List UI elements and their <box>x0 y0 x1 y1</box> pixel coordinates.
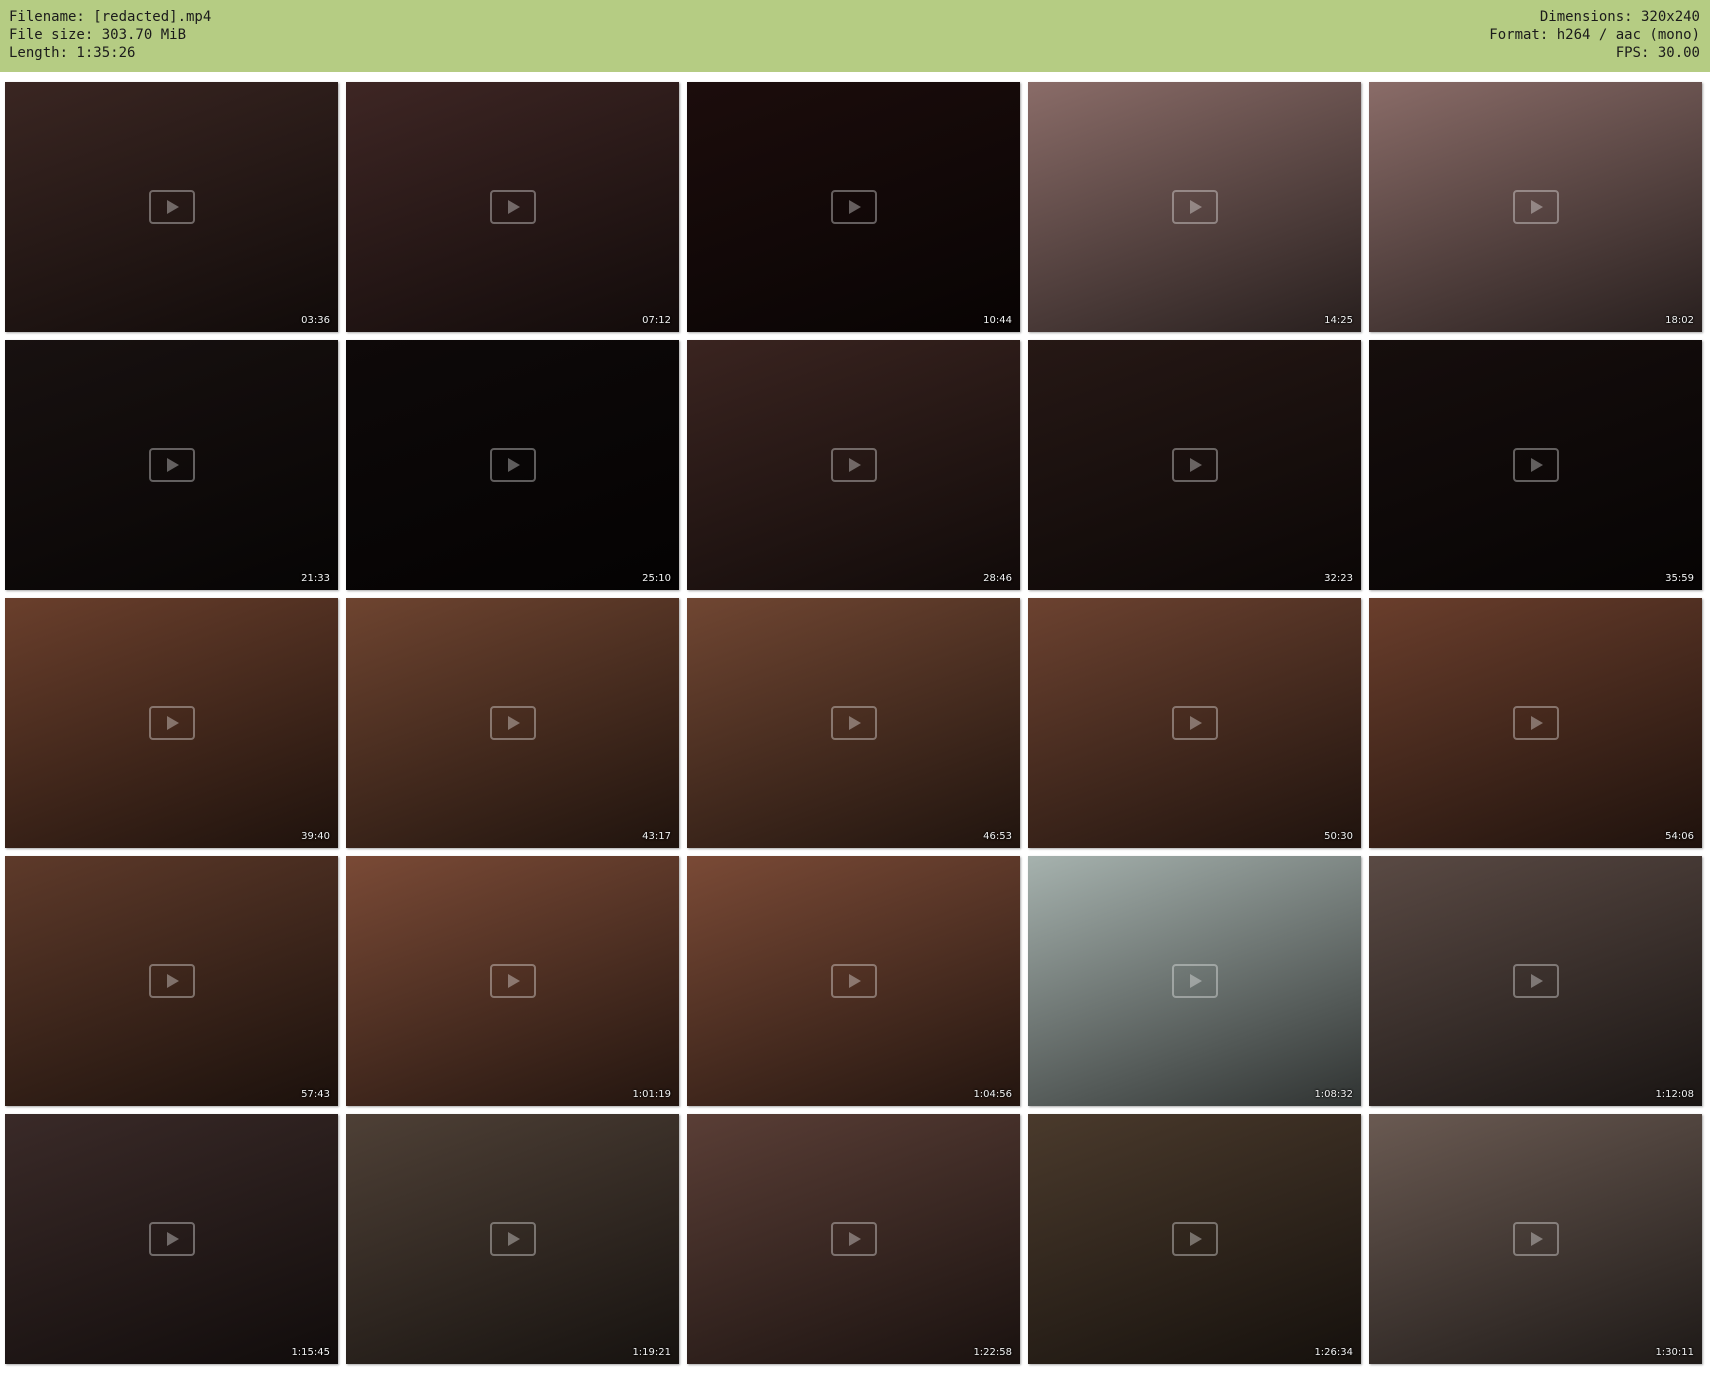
format-text: Format: h264 / aac (mono) <box>1489 27 1700 43</box>
fps-text: FPS: 30.00 <box>1615 45 1700 61</box>
thumbnail-tile[interactable]: 1:15:45 <box>5 1114 338 1364</box>
thumbnail-timestamp: 1:01:19 <box>632 1089 671 1100</box>
thumbnail-tile[interactable]: 35:59 <box>1369 340 1702 590</box>
video-frame-placeholder-icon <box>1369 82 1702 332</box>
thumbnail-tile[interactable]: 1:04:56 <box>687 856 1020 1106</box>
thumbnail-tile[interactable]: 07:12 <box>346 82 679 332</box>
thumbnail-timestamp: 57:43 <box>301 1089 330 1100</box>
video-frame-placeholder-icon <box>346 598 679 848</box>
video-frame-placeholder-icon <box>1028 1114 1361 1364</box>
thumbnail-tile[interactable]: 43:17 <box>346 598 679 848</box>
video-frame-placeholder-icon <box>1028 856 1361 1106</box>
thumbnail-timestamp: 1:30:11 <box>1655 1347 1694 1358</box>
thumbnail-tile[interactable]: 1:30:11 <box>1369 1114 1702 1364</box>
thumbnail-timestamp: 54:06 <box>1665 831 1694 842</box>
video-frame-placeholder-icon <box>687 82 1020 332</box>
thumbnail-tile[interactable]: 25:10 <box>346 340 679 590</box>
thumbnail-timestamp: 03:36 <box>301 315 330 326</box>
thumbnail-timestamp: 25:10 <box>642 573 671 584</box>
video-frame-placeholder-icon <box>5 82 338 332</box>
thumbnail-timestamp: 43:17 <box>642 831 671 842</box>
video-frame-placeholder-icon <box>5 598 338 848</box>
video-frame-placeholder-icon <box>1369 598 1702 848</box>
thumbnail-tile[interactable]: 21:33 <box>5 340 338 590</box>
thumbnail-tile[interactable]: 1:22:58 <box>687 1114 1020 1364</box>
thumbnail-grid: 03:36 07:12 10:44 14:25 18:02 21:33 25:10 28:46… <box>5 82 1702 1364</box>
file-info-right: Dimensions: 320x240 Format: h264 / aac (… <box>1489 8 1700 72</box>
video-frame-placeholder-icon <box>346 340 679 590</box>
length-text: Length: 1:35:26 <box>9 45 136 61</box>
thumbnail-timestamp: 1:12:08 <box>1655 1089 1694 1100</box>
video-frame-placeholder-icon <box>346 856 679 1106</box>
thumbnail-tile[interactable]: 03:36 <box>5 82 338 332</box>
filename-text: Filename: [redacted].mp4 <box>9 9 212 25</box>
thumbnail-timestamp: 07:12 <box>642 315 671 326</box>
thumbnail-timestamp: 18:02 <box>1665 315 1694 326</box>
thumbnail-timestamp: 1:04:56 <box>973 1089 1012 1100</box>
video-frame-placeholder-icon <box>1028 340 1361 590</box>
file-info-header: Filename: [redacted].mp4 File size: 303.… <box>0 0 1710 72</box>
filesize-text: File size: 303.70 MiB <box>9 27 187 43</box>
video-frame-placeholder-icon <box>687 598 1020 848</box>
thumbnail-timestamp: 39:40 <box>301 831 330 842</box>
thumbnail-tile[interactable]: 1:12:08 <box>1369 856 1702 1106</box>
video-frame-placeholder-icon <box>687 856 1020 1106</box>
thumbnail-timestamp: 28:46 <box>983 573 1012 584</box>
thumbnail-timestamp: 14:25 <box>1324 315 1353 326</box>
video-frame-placeholder-icon <box>346 1114 679 1364</box>
thumbnail-timestamp: 32:23 <box>1324 573 1353 584</box>
video-frame-placeholder-icon <box>687 340 1020 590</box>
thumbnail-timestamp: 21:33 <box>301 573 330 584</box>
thumbnail-tile[interactable]: 46:53 <box>687 598 1020 848</box>
thumbnail-tile[interactable]: 39:40 <box>5 598 338 848</box>
thumbnail-tile[interactable]: 14:25 <box>1028 82 1361 332</box>
video-frame-placeholder-icon <box>1369 856 1702 1106</box>
thumbnail-timestamp: 1:19:21 <box>632 1347 671 1358</box>
thumbnail-timestamp: 10:44 <box>983 315 1012 326</box>
thumbnail-tile[interactable]: 1:26:34 <box>1028 1114 1361 1364</box>
video-frame-placeholder-icon <box>1028 598 1361 848</box>
thumbnail-tile[interactable]: 50:30 <box>1028 598 1361 848</box>
thumbnail-tile[interactable]: 1:08:32 <box>1028 856 1361 1106</box>
video-frame-placeholder-icon <box>1369 1114 1702 1364</box>
video-frame-placeholder-icon <box>5 856 338 1106</box>
file-info-left: Filename: [redacted].mp4 File size: 303.… <box>9 8 211 72</box>
video-frame-placeholder-icon <box>1028 82 1361 332</box>
video-frame-placeholder-icon <box>687 1114 1020 1364</box>
video-frame-placeholder-icon <box>346 82 679 332</box>
thumbnail-timestamp: 46:53 <box>983 831 1012 842</box>
thumbnail-tile[interactable]: 1:19:21 <box>346 1114 679 1364</box>
thumbnail-tile[interactable]: 32:23 <box>1028 340 1361 590</box>
thumbnail-tile[interactable]: 10:44 <box>687 82 1020 332</box>
thumbnail-timestamp: 1:26:34 <box>1314 1347 1353 1358</box>
thumbnail-timestamp: 1:15:45 <box>291 1347 330 1358</box>
thumbnail-tile[interactable]: 18:02 <box>1369 82 1702 332</box>
video-frame-placeholder-icon <box>5 340 338 590</box>
thumbnail-tile[interactable]: 54:06 <box>1369 598 1702 848</box>
thumbnail-tile[interactable]: 28:46 <box>687 340 1020 590</box>
thumbnail-tile[interactable]: 1:01:19 <box>346 856 679 1106</box>
dimensions-text: Dimensions: 320x240 <box>1539 9 1700 25</box>
video-frame-placeholder-icon <box>1369 340 1702 590</box>
thumbnail-timestamp: 1:22:58 <box>973 1347 1012 1358</box>
thumbnail-timestamp: 35:59 <box>1665 573 1694 584</box>
video-frame-placeholder-icon <box>5 1114 338 1364</box>
thumbnail-timestamp: 50:30 <box>1324 831 1353 842</box>
thumbnail-tile[interactable]: 57:43 <box>5 856 338 1106</box>
thumbnail-timestamp: 1:08:32 <box>1314 1089 1353 1100</box>
